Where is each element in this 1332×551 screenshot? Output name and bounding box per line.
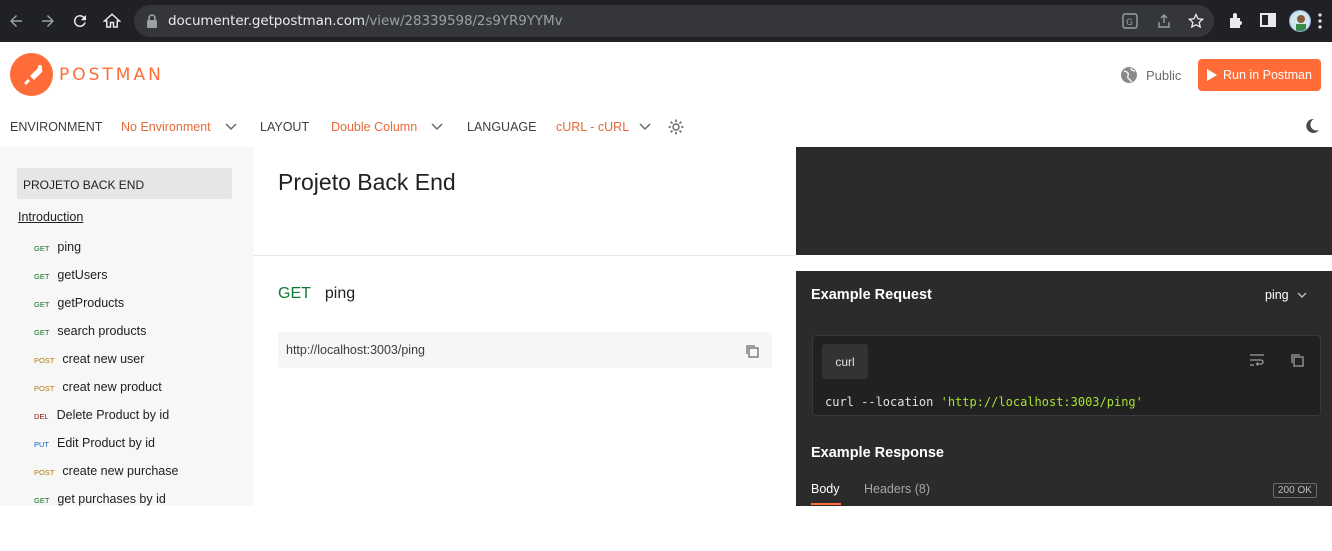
dark-mode-moon-icon[interactable] (1304, 118, 1320, 134)
sidebar-item-getusers[interactable]: GET getUsers (34, 268, 107, 282)
environment-dropdown[interactable]: No Environment (121, 120, 237, 134)
sidebar-item-creat-new-product[interactable]: POST creat new product (34, 380, 162, 394)
lock-icon (147, 14, 157, 28)
code-block: curl curl --location 'http://localhost:3… (812, 335, 1321, 416)
sidebar-item-edit-product[interactable]: PUT Edit Product by id (34, 436, 155, 450)
example-selector[interactable]: ping (1265, 288, 1307, 302)
more-menu-icon[interactable] (1318, 12, 1322, 30)
url-text: documenter.getpostman.com/view/28339598/… (168, 13, 563, 29)
sidebar-item-creat-new-user[interactable]: POST creat new user (34, 352, 144, 366)
avatar[interactable] (1289, 10, 1311, 32)
layout-dropdown[interactable]: Double Column (331, 120, 443, 134)
language-label: LANGUAGE (467, 120, 537, 134)
collection-title[interactable]: PROJETO BACK END (17, 168, 232, 199)
request-url-box: http://localhost:3003/ping (278, 332, 772, 368)
run-in-postman-button[interactable]: Run in Postman (1198, 59, 1321, 91)
request-name: ping (324, 285, 356, 302)
introduction-link[interactable]: Introduction (18, 210, 83, 224)
visibility-label: Public (1146, 67, 1182, 83)
chevron-down-icon (639, 123, 651, 131)
brand-name: POSTMAN (59, 65, 164, 85)
postman-logo-icon[interactable] (10, 53, 53, 96)
browser-toolbar: documenter.getpostman.com/view/28339598/… (0, 0, 1332, 42)
wrap-lines-icon[interactable] (1249, 353, 1265, 367)
gear-icon[interactable] (667, 118, 685, 136)
chevron-down-icon (225, 123, 237, 131)
tab-headers[interactable]: Headers (8) (864, 482, 930, 496)
section-divider (254, 255, 796, 256)
code-tab-curl[interactable]: curl (822, 344, 868, 379)
sidebar-item-getproducts[interactable]: GET getProducts (34, 296, 124, 310)
svg-text:G: G (1126, 18, 1133, 28)
chevron-down-icon (431, 123, 443, 131)
visibility-indicator: Public (1120, 66, 1181, 84)
example-panel-top (796, 147, 1332, 255)
environment-label: ENVIRONMENT (10, 120, 103, 134)
active-tab-indicator (811, 503, 841, 505)
example-request-title: Example Request (811, 287, 932, 303)
status-badge: 200 OK (1273, 483, 1317, 498)
sidebar-item-create-new-purchase[interactable]: POST create new purchase (34, 464, 178, 478)
request-url: http://localhost:3003/ping (286, 343, 425, 357)
doc-toolbar: ENVIRONMENT No Environment LAYOUT Double… (0, 111, 1332, 141)
globe-icon (1121, 67, 1137, 83)
share-icon[interactable] (1156, 13, 1172, 29)
language-dropdown[interactable]: cURL - cURL (556, 120, 651, 134)
request-heading: GET ping (278, 285, 355, 303)
sidebar-item-search-products[interactable]: GET search products (34, 324, 146, 338)
address-bar[interactable]: documenter.getpostman.com/view/28339598/… (134, 5, 1214, 37)
tab-body[interactable]: Body (811, 482, 840, 496)
extensions-icon[interactable] (1227, 11, 1245, 29)
code-line: curl --location 'http://localhost:3003/p… (825, 395, 1143, 409)
sidebar-item-get-purchases[interactable]: GET get purchases by id (34, 492, 166, 506)
side-panel-icon[interactable] (1259, 11, 1277, 29)
sidebar-item-delete-product[interactable]: DEL Delete Product by id (34, 408, 169, 422)
play-icon (1207, 69, 1218, 81)
reload-icon[interactable] (68, 9, 92, 33)
example-response-title: Example Response (811, 445, 944, 461)
bookmark-star-icon[interactable] (1188, 13, 1204, 29)
request-method: GET (278, 285, 311, 302)
copy-icon[interactable] (1289, 352, 1305, 368)
chevron-down-icon (1297, 292, 1307, 298)
copy-icon[interactable] (744, 343, 760, 359)
forward-icon[interactable] (36, 9, 60, 33)
home-icon[interactable] (100, 9, 124, 33)
layout-label: LAYOUT (260, 120, 310, 134)
sidebar-item-ping[interactable]: GET ping (34, 240, 81, 254)
page-title: Projeto Back End (278, 169, 456, 195)
translate-icon[interactable]: G (1122, 13, 1138, 29)
back-icon[interactable] (4, 9, 28, 33)
